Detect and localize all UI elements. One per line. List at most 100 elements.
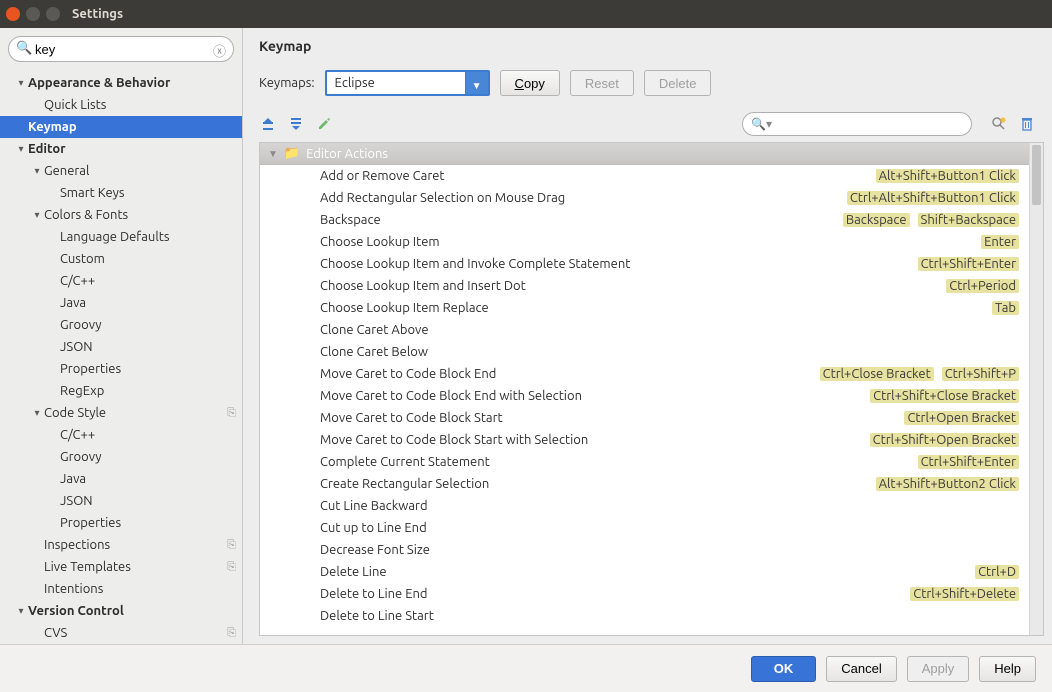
chevron-icon: ▾ [30, 407, 44, 419]
group-header[interactable]: ▼ 📁 Editor Actions [260, 143, 1029, 165]
action-row[interactable]: Move Caret to Code Block StartCtrl+Open … [260, 407, 1029, 429]
action-row[interactable]: Clone Caret Above [260, 319, 1029, 341]
scrollbar[interactable] [1029, 143, 1043, 635]
tree-item[interactable]: Java [0, 468, 242, 490]
find-by-shortcut-icon[interactable] [990, 115, 1008, 133]
window-close-icon[interactable] [6, 7, 20, 21]
window-maximize-icon[interactable] [46, 7, 60, 21]
cancel-button[interactable]: Cancel [826, 656, 896, 682]
chevron-icon: ▾ [14, 143, 28, 155]
tree-item[interactable]: CVS⎘ [0, 622, 242, 644]
tree-item[interactable]: Properties [0, 512, 242, 534]
tree-item[interactable]: Properties [0, 358, 242, 380]
action-name: Choose Lookup Item Replace [320, 301, 992, 315]
tree-item[interactable]: JSON [0, 336, 242, 358]
action-name: Decrease Font Size [320, 543, 1019, 557]
action-row[interactable]: Move Caret to Code Block Start with Sele… [260, 429, 1029, 451]
action-row[interactable]: Decrease Font Size [260, 539, 1029, 561]
tree-item-label: Properties [60, 362, 236, 376]
action-row[interactable]: BackspaceBackspaceShift+Backspace [260, 209, 1029, 231]
page-title: Keymap [259, 38, 1036, 54]
action-row[interactable]: Cut up to Line End [260, 517, 1029, 539]
action-row[interactable]: Delete to Line EndCtrl+Shift+Delete [260, 583, 1029, 605]
tree-item[interactable]: Groovy [0, 314, 242, 336]
tree-item[interactable]: Intentions [0, 578, 242, 600]
tree-item[interactable]: Language Defaults [0, 226, 242, 248]
search-input[interactable] [8, 36, 234, 62]
action-row[interactable]: Delete to Line Start [260, 605, 1029, 627]
tree-item[interactable]: JSON [0, 490, 242, 512]
tree-item[interactable]: Custom [0, 248, 242, 270]
tree-item[interactable]: Live Templates⎘ [0, 556, 242, 578]
scheme-icon: ⎘ [227, 407, 236, 420]
help-button[interactable]: Help [979, 656, 1036, 682]
scheme-icon: ⎘ [227, 539, 236, 552]
action-row[interactable]: Clone Caret Below [260, 341, 1029, 363]
copy-button[interactable]: Copy [500, 70, 560, 96]
action-row[interactable]: Choose Lookup Item ReplaceTab [260, 297, 1029, 319]
shortcut-chip: Enter [981, 235, 1019, 249]
clear-search-icon[interactable]: ⓧ [213, 41, 226, 60]
action-row[interactable]: Choose Lookup Item and Insert DotCtrl+Pe… [260, 275, 1029, 297]
action-row[interactable]: Choose Lookup Item and Invoke Complete S… [260, 253, 1029, 275]
tree-item-label: C/C++ [60, 428, 236, 442]
edit-icon[interactable] [315, 115, 333, 133]
filter-search-icon: 🔍▾ [751, 117, 772, 131]
shortcut-chip: Ctrl+Close Bracket [820, 367, 934, 381]
action-name: Clone Caret Above [320, 323, 1019, 337]
chevron-icon: ▾ [14, 605, 28, 617]
tree-item[interactable]: ▾Code Style⎘ [0, 402, 242, 424]
action-row[interactable]: Move Caret to Code Block End with Select… [260, 385, 1029, 407]
tree-item-label: Editor [28, 142, 236, 156]
action-row[interactable]: Add or Remove CaretAlt+Shift+Button1 Cli… [260, 165, 1029, 187]
tree-item[interactable]: Smart Keys [0, 182, 242, 204]
action-row[interactable]: Create Rectangular SelectionAlt+Shift+Bu… [260, 473, 1029, 495]
main-panel: Keymap Keymaps: Eclipse ▼ Copy Reset Del… [243, 28, 1052, 644]
tree-item-label: General [44, 164, 236, 178]
scrollbar-thumb[interactable] [1032, 145, 1041, 205]
footer: OK Cancel Apply Help [0, 644, 1052, 692]
keymap-toolbar: 🔍▾ [243, 110, 1052, 142]
tree-item[interactable]: Groovy [0, 446, 242, 468]
tree-item[interactable]: RegExp [0, 380, 242, 402]
content-area: 🔍 ⓧ ▾Appearance & BehaviorQuick ListsKey… [0, 28, 1052, 644]
tree-item[interactable]: Java [0, 292, 242, 314]
scheme-icon: ⎘ [227, 561, 236, 574]
tree-item[interactable]: Keymap [0, 116, 242, 138]
tree-item[interactable]: ▾General [0, 160, 242, 182]
tree-item[interactable]: C/C++ [0, 424, 242, 446]
tree-item[interactable]: Quick Lists [0, 94, 242, 116]
trash-icon[interactable] [1018, 115, 1036, 133]
action-row[interactable]: Move Caret to Code Block EndCtrl+Close B… [260, 363, 1029, 385]
action-name: Create Rectangular Selection [320, 477, 876, 491]
action-row[interactable]: Complete Current StatementCtrl+Shift+Ent… [260, 451, 1029, 473]
keymap-select[interactable]: Eclipse ▼ [325, 70, 490, 96]
tree-item-label: Properties [60, 516, 236, 530]
expand-all-icon[interactable] [259, 115, 277, 133]
action-row[interactable]: Delete LineCtrl+D [260, 561, 1029, 583]
ok-button[interactable]: OK [751, 656, 817, 682]
tree-item-label: Java [60, 296, 236, 310]
sidebar: 🔍 ⓧ ▾Appearance & BehaviorQuick ListsKey… [0, 28, 243, 644]
chevron-icon: ▾ [14, 77, 28, 89]
settings-tree[interactable]: ▾Appearance & BehaviorQuick ListsKeymap▾… [0, 70, 242, 644]
tree-item[interactable]: ▾Version Control [0, 600, 242, 622]
filter-box[interactable]: 🔍▾ [742, 112, 972, 136]
action-row[interactable]: Cut Line Backward [260, 495, 1029, 517]
action-row[interactable]: Choose Lookup ItemEnter [260, 231, 1029, 253]
tree-item[interactable]: ▾Colors & Fonts [0, 204, 242, 226]
tree-item[interactable]: C/C++ [0, 270, 242, 292]
tree-item[interactable]: ▾Appearance & Behavior [0, 72, 242, 94]
tree-item-label: Groovy [60, 450, 236, 464]
action-name: Delete Line [320, 565, 975, 579]
action-row[interactable]: Add Rectangular Selection on Mouse DragC… [260, 187, 1029, 209]
shortcut-chip: Ctrl+Shift+Open Bracket [870, 433, 1019, 447]
action-name: Move Caret to Code Block End with Select… [320, 389, 870, 403]
tree-item[interactable]: ▾Editor [0, 138, 242, 160]
shortcut-chip: Ctrl+Shift+Delete [910, 587, 1019, 601]
action-name: Delete to Line End [320, 587, 910, 601]
tree-item[interactable]: Inspections⎘ [0, 534, 242, 556]
collapse-all-icon[interactable] [287, 115, 305, 133]
filter-input[interactable] [778, 116, 963, 132]
window-minimize-icon[interactable] [26, 7, 40, 21]
